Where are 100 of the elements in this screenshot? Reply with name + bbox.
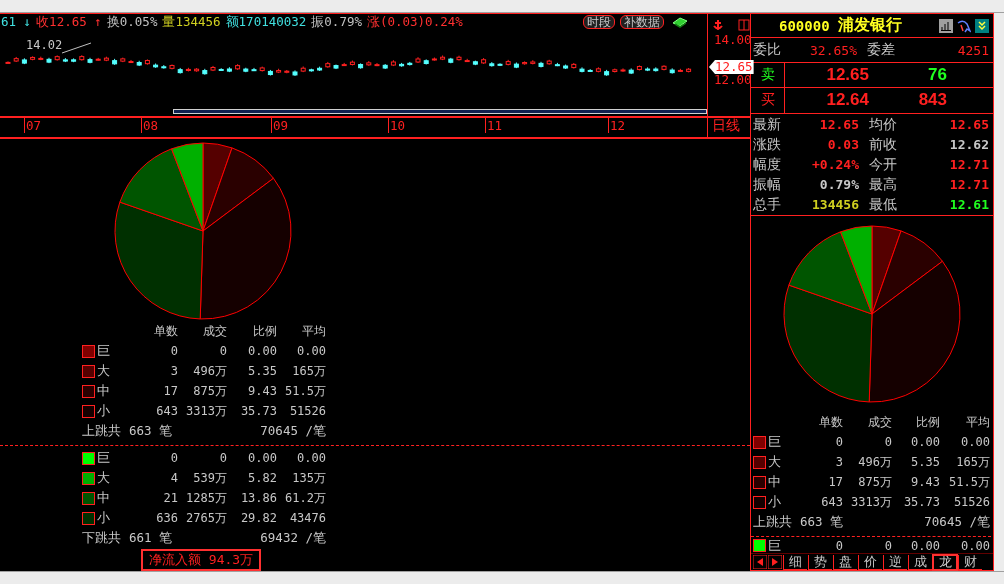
table-cell-text: 0.00 <box>247 451 277 465</box>
field-label: 前收 <box>869 135 897 154</box>
leader-line <box>62 42 92 54</box>
row-label: 巨 <box>768 433 781 452</box>
summary-label: 上跳共 <box>82 422 121 440</box>
field-label: 幅度 <box>753 155 781 174</box>
table-cell-text: 3313万 <box>185 402 227 420</box>
table-cell-text: 643 <box>155 404 178 418</box>
field-value: 12.62 <box>948 137 989 152</box>
field-label: 均价 <box>869 115 897 134</box>
row-label: 巨 <box>97 342 110 360</box>
table-cell-text: 0 <box>218 451 227 465</box>
row-label: 中 <box>768 473 781 492</box>
row-label: 大 <box>97 362 110 380</box>
chevron-down-icon[interactable] <box>975 18 989 33</box>
panel-tab[interactable]: 细 <box>783 554 807 570</box>
field-label: 总手 <box>753 195 781 214</box>
row-label: 小 <box>768 493 781 512</box>
axis-label: 08 <box>141 118 159 134</box>
table-cell-text: 3 <box>169 364 178 378</box>
panel-tab[interactable]: 财 <box>958 554 982 570</box>
order-price: 12.65 <box>825 64 869 85</box>
field-value: 0.79% <box>818 177 859 192</box>
table-cell-text: 17 <box>827 475 843 490</box>
stock-code: 600000 <box>779 17 830 34</box>
axis-label: 09 <box>271 118 289 134</box>
row-label: 巨 <box>768 536 781 555</box>
row-label: 中 <box>97 382 110 400</box>
table-cell-text: 0 <box>169 451 178 465</box>
field-value: 32.65% <box>809 42 857 58</box>
chip-icon[interactable] <box>671 16 689 28</box>
quote-field: 额170140032 <box>225 14 307 30</box>
order-side-label: 买 <box>751 88 785 113</box>
order-volume: 843 <box>917 90 947 111</box>
table-cell-text: 496万 <box>192 362 227 380</box>
table-cell-text: 43476 <box>288 511 326 525</box>
average-per-trade: 70645 /笔 <box>260 422 326 440</box>
axis-label: 12 <box>608 118 626 134</box>
axis-label: 07 <box>24 118 42 134</box>
axis-label: 10 <box>388 118 406 134</box>
row-label: 小 <box>97 402 110 420</box>
table-cell-text: 0.00 <box>296 451 326 465</box>
toolbar-button[interactable]: 时段 <box>583 15 615 29</box>
table-cell-text: 61.2万 <box>284 489 326 507</box>
table-cell-text: 35.73 <box>239 404 277 418</box>
panel-toggle-icon[interactable] <box>738 19 750 31</box>
column-header: 比例 <box>915 413 940 431</box>
panel-tab[interactable]: 成 <box>908 554 932 570</box>
quote-field: 振0.79% <box>311 14 362 30</box>
column-header: 单数 <box>153 322 178 340</box>
table-cell-text: 9.43 <box>247 384 277 398</box>
table-cell-text: 135万 <box>291 469 326 487</box>
panel-tab[interactable]: 势 <box>808 554 832 570</box>
scroll-left-icon[interactable] <box>753 555 767 570</box>
table-cell-text: 643 <box>820 495 843 510</box>
table-cell-text: 4 <box>169 471 178 485</box>
table-cell-text: 0 <box>883 538 892 553</box>
row-label: 中 <box>97 489 110 507</box>
table-cell-text: 0.00 <box>960 435 990 450</box>
table-cell-text: 875万 <box>857 473 892 491</box>
panel-tab[interactable]: 龙 <box>933 554 957 570</box>
field-label: 今开 <box>869 155 897 174</box>
summary-label: 上跳共 <box>753 513 792 532</box>
column-header: 成交 <box>202 322 227 340</box>
table-cell-text: 875万 <box>192 382 227 400</box>
panel-tab[interactable]: 价 <box>858 554 882 570</box>
toolbar-button[interactable]: 补数据 <box>620 15 664 29</box>
pointer-icon[interactable] <box>957 18 971 33</box>
table-cell-text: 0.00 <box>960 538 990 553</box>
column-header: 平均 <box>965 413 990 431</box>
table-cell-text: 0.00 <box>296 344 326 358</box>
table-cell-text: 9.43 <box>910 475 940 490</box>
table-cell-text: 0.00 <box>247 344 277 358</box>
panel-tab[interactable]: 逆 <box>883 554 907 570</box>
table-cell-text: 0 <box>169 344 178 358</box>
stock-name: 浦发银行 <box>837 15 902 37</box>
field-value: 134456 <box>811 197 859 212</box>
table-cell-text: 51526 <box>288 404 326 418</box>
table-cell-text: 29.82 <box>239 511 277 525</box>
column-header: 比例 <box>252 322 277 340</box>
panel-tab[interactable]: 盘 <box>833 554 857 570</box>
table-cell-text: 51.5万 <box>284 382 326 400</box>
bar-chart-icon[interactable] <box>939 18 953 33</box>
field-label: 最新 <box>753 115 781 134</box>
table-cell-text: 17 <box>162 384 178 398</box>
table-cell-text: 0 <box>218 344 227 358</box>
trade-count: 661 笔 <box>129 529 173 547</box>
scrollbar[interactable] <box>173 109 707 115</box>
table-cell-text: 0 <box>834 538 843 553</box>
table-cell-text: 3 <box>834 455 843 470</box>
field-value: 12.61 <box>948 197 989 212</box>
anchor-icon[interactable] <box>712 19 724 31</box>
period-label[interactable]: 日线 <box>708 118 740 137</box>
scroll-right-icon[interactable] <box>768 555 782 570</box>
column-header: 单数 <box>818 413 843 431</box>
average-per-trade: 69432 /笔 <box>260 529 326 547</box>
quote-field: 量134456 <box>162 14 221 30</box>
quote-field: 换0.05% <box>106 14 158 30</box>
field-label: 委比 <box>753 41 781 60</box>
table-cell-text: 5.35 <box>910 455 940 470</box>
